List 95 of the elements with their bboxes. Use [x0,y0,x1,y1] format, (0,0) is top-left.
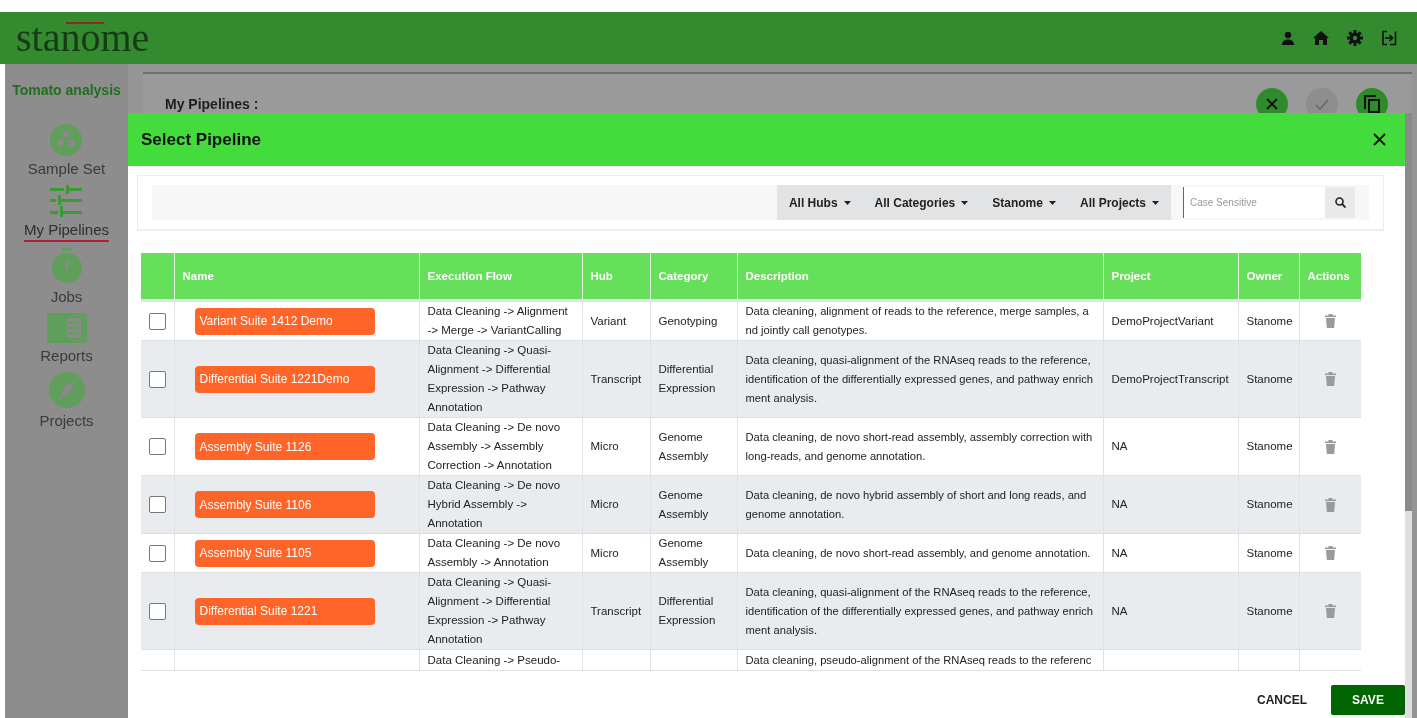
hub-cell-text: Variant [590,313,628,329]
category-cell-text: Genotyping [658,313,719,329]
column-header [141,253,174,301]
nav-link[interactable]: Sample Set [27,160,106,179]
pipeline-name-button[interactable]: Assembly Suite 1106 [194,491,375,518]
row-checkbox[interactable] [149,438,166,455]
column-header: Hub [582,253,650,301]
delete-icon[interactable] [1324,439,1336,454]
scrollbar-thumb[interactable] [1405,113,1412,511]
column-header: Project [1103,253,1238,301]
delete-icon[interactable] [1324,497,1336,512]
execution-flow-cell-text: Data Cleaning -> Quasi-Alignment -> Differential Expression -> Pathway Annotation [427,575,553,647]
description-cell-text: Data cleaning, de novo short-read assembly, and genome annotation. [745,545,1092,561]
execution-flow-cell-text: Data Cleaning -> De novo Assembly -> Assembly Correction -> Annotation [427,420,562,473]
description-cell-text: Data cleaning, de novo hybrid assembly of short and long reads, and genome annotation. [745,487,1088,522]
project-name: Tomato analysis [12,82,121,98]
caret-icon [843,200,851,205]
delete-icon[interactable] [1324,604,1336,619]
pipeline-name-button[interactable]: Assembly Suite 1105 [194,539,375,567]
nav-link[interactable]: Reports [40,347,93,366]
home-icon[interactable] [1313,31,1329,45]
owner-cell-text: Stanome [1246,603,1291,619]
description-cell-text: Data cleaning, alignment of reads to the reference, merge samples, and jointly call genotypes. [745,304,1090,338]
category-cell-text: Genome Assembly [658,487,710,522]
owner-cell-text: Stanome [1246,371,1291,387]
hub-cell-text: Micro [590,545,620,561]
pipeline-name-button[interactable]: Assembly Suite 1126 [194,433,375,460]
description-cell-text: Data cleaning, quasi-alignment of the RNAseq reads to the reference, identification of the differentially expressed genes, and pathway enrichment analysis. [745,584,1094,638]
pipeline-name-button[interactable]: Differential Suite 1221 [194,597,375,625]
pipeline-name-button[interactable]: Variant Suite 1412 Demo [194,307,375,335]
nav-link[interactable]: Projects [39,412,94,431]
caret-icon [1152,200,1159,205]
cancel-button[interactable]: CANCEL [1251,688,1313,711]
row-checkbox[interactable] [149,544,166,562]
column-header: Category [650,253,737,301]
column-header: Execution Flow [419,253,582,301]
project-cell-text: NA [1111,439,1129,454]
row-checkbox[interactable] [149,496,166,513]
description-cell-text: Data cleaning, pseudo-alignment of the RNAseq reads to the referenc [745,653,1093,668]
execution-flow-cell-text: Data Cleaning -> Alignment -> Merge -> VariantCalling [427,304,569,338]
column-header: Description [737,253,1103,301]
column-header: Actions [1299,253,1361,301]
row-checkbox[interactable] [149,602,166,620]
delete-icon[interactable] [1324,314,1336,329]
owner-cell-text: Stanome [1246,545,1291,561]
row-checkbox[interactable] [149,312,166,330]
delete-icon[interactable] [1324,546,1336,561]
project-cell-text: NA [1111,545,1129,561]
nav-link[interactable]: My Pipelines [23,221,109,242]
search-button[interactable] [1325,187,1355,218]
owner-cell-text: Stanome [1246,439,1291,454]
delete-icon[interactable] [1324,372,1336,387]
hub-cell-text: Transcript [590,371,642,387]
close-icon[interactable] [1373,133,1386,146]
dots-circle-icon[interactable] [50,124,83,156]
search-icon [1334,197,1346,208]
execution-flow-cell-text: Data Cleaning -> De novo Assembly -> Annotation [427,536,562,570]
project-cell-text: NA [1111,603,1129,619]
nav-link[interactable]: Jobs [50,288,83,307]
logo: stanome [16,18,150,58]
execution-flow-cell-text: Data Cleaning -> Quasi-Alignment -> Differential Expression -> Pathway Annotation [427,343,553,415]
hub-cell-text: Micro [590,439,620,454]
sliders-icon[interactable] [50,185,83,217]
settings-icon[interactable] [1347,30,1363,46]
user-icon[interactable] [1281,31,1295,45]
hub-cell-text: Transcript [590,603,642,619]
row-checkbox[interactable] [149,370,166,388]
caret-icon [961,200,969,205]
save-button[interactable]: SAVE [1331,684,1405,715]
scrollbar[interactable] [1405,113,1412,718]
search-field[interactable]: Case Sensitive [1183,187,1325,218]
copy-icon [1364,95,1380,113]
check-icon [1315,98,1329,110]
column-header: Owner [1238,253,1299,301]
category-cell-text: Differential Expression [658,594,717,628]
owner-cell-text: Stanome [1246,313,1291,329]
close-icon [1266,98,1278,110]
category-cell-text: Genome Assembly [658,536,710,570]
execution-flow-cell-text: Data Cleaning -> De novo Hybrid Assembly -> Annotation [427,478,562,531]
description-cell-text: Data cleaning, quasi-alignment of the RNAseq reads to the reference, identification of the differentially expressed genes, and pathway enrichment analysis. [745,352,1094,406]
category-cell-text: Differential Expression [658,362,717,396]
sign-out-icon[interactable] [1381,30,1397,46]
page-title: My Pipelines : [165,96,259,112]
execution-flow-cell-text: Data Cleaning -> Pseudo- [427,653,562,668]
description-cell-text: Data cleaning, de novo short-read assembly, assembly correction with long-reads, and genome annotation. [745,429,1094,464]
owner-cell-text: Stanome [1246,497,1291,512]
project-cell-text: DemoProjectVariant [1111,313,1215,329]
project-cell-text: NA [1111,497,1129,512]
project-cell-text: DemoProjectTranscript [1111,371,1230,387]
pipeline-name-button[interactable]: Differential Suite 1221Demo [194,365,375,393]
hub-cell-text: Micro [590,497,620,512]
column-header: Name [174,253,419,301]
dialog-title: Select Pipeline [141,129,261,150]
caret-icon [1048,200,1056,205]
category-cell-text: Genome Assembly [658,429,710,464]
